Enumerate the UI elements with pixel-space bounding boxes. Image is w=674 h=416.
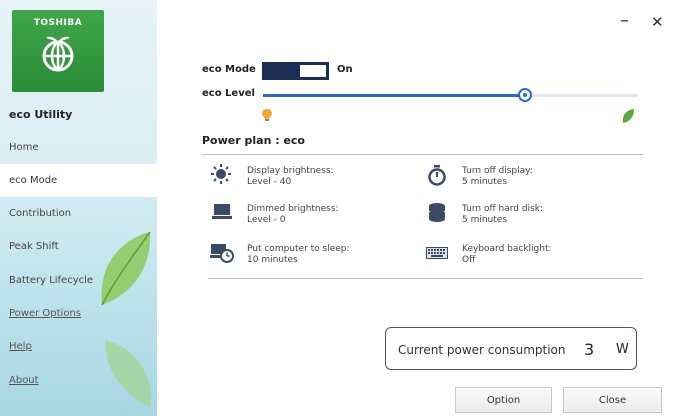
setting-dimmed-brightness: Dimmed brightness: Level - 0 [247, 204, 339, 226]
setting-sleep: Put computer to sleep: 10 minutes [247, 244, 350, 266]
power-consumption-label: Current power consumption [398, 343, 566, 357]
setting-display-brightness: Display brightness: Level - 40 [247, 166, 334, 188]
globe-icon [42, 36, 74, 72]
laptop-icon [212, 204, 232, 219]
sidebar-item-about[interactable]: About [0, 364, 157, 397]
setting-name: Display brightness: [247, 166, 334, 176]
sidebar-item-eco-mode[interactable]: eco Mode [0, 164, 157, 197]
setting-name: Turn off display: [462, 166, 533, 176]
divider [202, 154, 643, 155]
brightness-icon [211, 164, 231, 184]
setting-turn-off-hard-disk: Turn off hard disk: 5 minutes [462, 204, 543, 226]
setting-turn-off-display: Turn off display: 5 minutes [462, 166, 533, 188]
setting-keyboard-backlight: Keyboard backlight: Off [462, 244, 552, 266]
setting-value: Off [462, 255, 476, 265]
eco-level-label: eco Level [202, 88, 255, 99]
close-button[interactable]: Close [563, 387, 662, 413]
sidebar-item-home[interactable]: Home [0, 131, 157, 164]
main-panel: – ✕ eco Mode On eco Level Power plan : e… [157, 0, 674, 416]
eco-level-slider-thumb[interactable] [518, 88, 532, 102]
eco-level-slider-rest[interactable] [526, 94, 638, 97]
bulb-icon [262, 109, 272, 121]
power-plan-title: Power plan : eco [202, 134, 305, 147]
setting-value: 10 minutes [247, 255, 298, 265]
setting-name: Keyboard backlight: [462, 244, 552, 254]
power-consumption-value: 3 [584, 340, 595, 359]
setting-value: 5 minutes [462, 177, 508, 187]
setting-value: Level - 0 [247, 215, 286, 225]
setting-name: Turn off hard disk: [462, 204, 543, 214]
sidebar-item-contribution[interactable]: Contribution [0, 197, 157, 230]
eco-level-slider-track[interactable] [263, 94, 526, 97]
timer-icon [428, 165, 446, 186]
leaf-icon [622, 109, 634, 123]
setting-value: 5 minutes [462, 215, 508, 225]
power-consumption-unit: W [616, 342, 629, 357]
eco-mode-toggle[interactable] [262, 62, 329, 80]
eco-mode-label: eco Mode [202, 64, 256, 75]
keyboard-icon [426, 247, 448, 259]
setting-value: Level - 40 [247, 177, 292, 187]
setting-name: Put computer to sleep: [247, 244, 350, 254]
divider [208, 278, 643, 279]
disk-icon [429, 203, 445, 222]
logo: TOSHIBA [12, 10, 104, 92]
eco-mode-state: On [337, 64, 353, 75]
sidebar: TOSHIBA eco Utility Home eco Mode Contri… [0, 0, 157, 416]
setting-name: Dimmed brightness: [247, 204, 339, 214]
toggle-knob [300, 65, 326, 77]
sleep-icon [210, 244, 234, 263]
option-button[interactable]: Option [455, 387, 552, 413]
sidebar-item-power-options[interactable]: Power Options [0, 297, 157, 330]
power-consumption-box: Current power consumption 3 W [385, 327, 637, 370]
minimize-button[interactable]: – [620, 10, 629, 31]
app-name: eco Utility [9, 108, 73, 121]
sidebar-item-peak-shift[interactable]: Peak Shift [0, 230, 157, 263]
sidebar-item-battery-lifecycle[interactable]: Battery Lifecycle [0, 264, 157, 297]
brand-logo-text: TOSHIBA [33, 18, 83, 28]
close-window-button[interactable]: ✕ [651, 13, 664, 31]
sidebar-item-help[interactable]: Help [0, 330, 157, 363]
